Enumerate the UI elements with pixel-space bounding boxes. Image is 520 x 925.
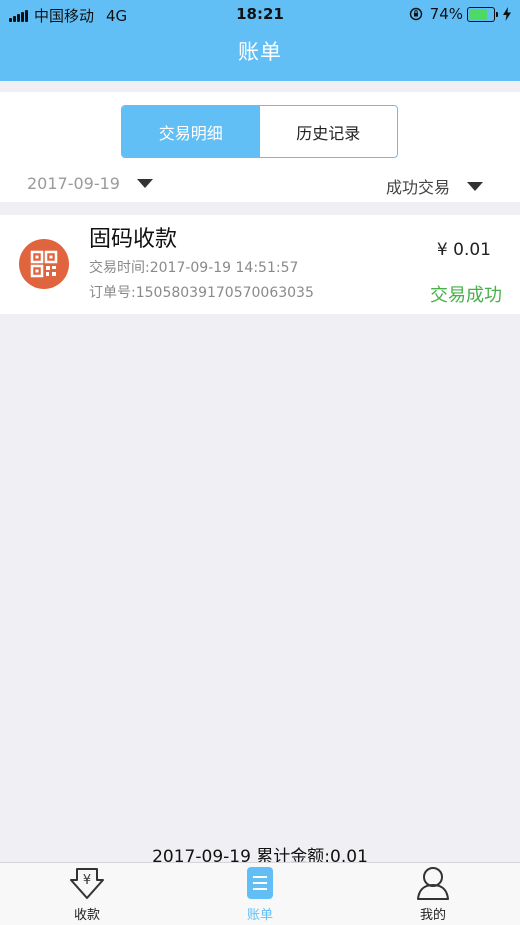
tab-history-records[interactable]: 历史记录	[259, 106, 397, 157]
status-bar: 中国移动 4G 18:21 74%	[0, 0, 520, 28]
transaction-amount: ¥ 0.01	[436, 240, 491, 260]
tabbar-item-bill[interactable]: 账单	[200, 863, 320, 925]
caret-down-icon	[136, 179, 153, 188]
page-title: 账单	[238, 40, 282, 64]
filter-panel: 交易明细 历史记录 2017-09-19 成功交易	[0, 92, 520, 202]
tabbar-label-profile: 我的	[419, 908, 446, 923]
battery-cap	[496, 11, 498, 17]
transaction-title: 固码收款	[89, 227, 178, 252]
tab-bar: ¥ 收款 账单 我的	[0, 862, 520, 925]
battery-percent: 74%	[429, 5, 463, 23]
transaction-row[interactable]: 固码收款 交易时间:2017-09-19 14:51:57 订单号:150580…	[0, 215, 520, 314]
transaction-time: 交易时间:2017-09-19 14:51:57	[89, 260, 299, 276]
tabbar-label-receive: 收款	[73, 908, 100, 923]
transaction-order-number: 订单号:15058039170570063035	[89, 285, 314, 301]
tabbar-item-profile[interactable]: 我的	[373, 863, 493, 925]
profile-icon	[417, 867, 449, 900]
tabbar-item-receive[interactable]: ¥ 收款	[27, 863, 147, 925]
receive-money-icon: ¥	[70, 868, 104, 899]
bill-icon	[247, 867, 273, 899]
status-right: 74%	[409, 5, 512, 23]
transaction-status: 交易成功	[430, 285, 502, 306]
status-dropdown[interactable]: 成功交易	[386, 174, 483, 198]
caret-down-icon	[467, 181, 483, 191]
charging-bolt-icon	[503, 7, 511, 21]
tab-transaction-details[interactable]: 交易明细	[122, 106, 260, 157]
date-dropdown[interactable]: 2017-09-19	[27, 174, 153, 193]
orientation-lock-icon	[409, 7, 422, 21]
header-bar: 中国移动 4G 18:21 74% 账单	[0, 0, 520, 81]
tabbar-label-bill: 账单	[246, 908, 273, 923]
status-value: 成功交易	[385, 178, 450, 197]
battery-icon	[467, 6, 495, 22]
svg-text:¥: ¥	[83, 873, 91, 888]
date-value: 2017-09-19	[27, 174, 120, 193]
segmented-control: 交易明细 历史记录	[121, 105, 398, 158]
qr-code-icon	[19, 239, 69, 289]
